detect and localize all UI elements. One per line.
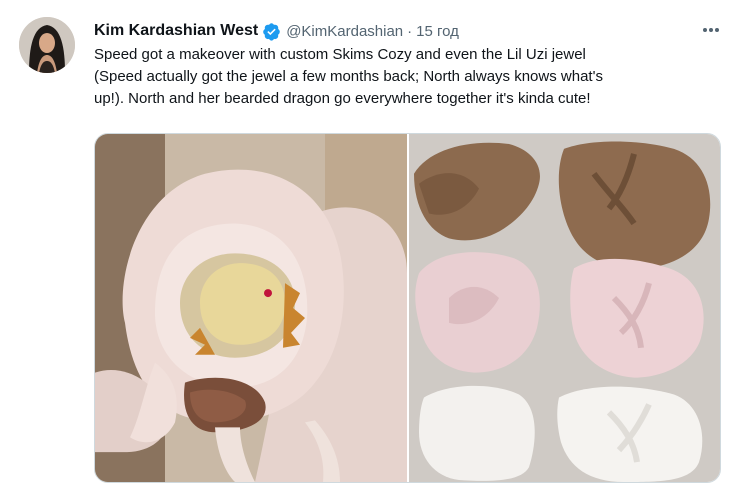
bearded-dragon-image bbox=[95, 134, 407, 482]
photo-bearded-dragon[interactable] bbox=[95, 134, 407, 482]
photo-outfits[interactable] bbox=[409, 134, 720, 482]
author-avatar[interactable] bbox=[19, 17, 75, 73]
tweet-text-line: (Speed actually got the jewel a few mont… bbox=[94, 68, 603, 85]
tweet-header: Kim Kardashian West @KimKardashian · 15 … bbox=[94, 20, 459, 42]
tweet-text: Speed got a makeover with custom Skims C… bbox=[94, 44, 734, 110]
more-dot bbox=[715, 28, 719, 32]
author-name[interactable]: Kim Kardashian West bbox=[94, 22, 258, 40]
avatar-image bbox=[19, 17, 75, 73]
author-handle[interactable]: @KimKardashian bbox=[286, 23, 403, 40]
tweet-text-line: Speed got a makeover with custom Skims C… bbox=[94, 46, 586, 63]
more-options-icon[interactable] bbox=[694, 18, 728, 42]
verified-badge-icon bbox=[263, 22, 281, 41]
tweet-timestamp[interactable]: 15 год bbox=[416, 23, 459, 40]
tweet-media[interactable] bbox=[94, 133, 721, 483]
tweet: Kim Kardashian West @KimKardashian · 15 … bbox=[0, 0, 740, 493]
outfits-image bbox=[409, 134, 720, 482]
more-dot bbox=[709, 28, 713, 32]
tweet-text-line: up!). North and her bearded dragon go ev… bbox=[94, 90, 591, 107]
more-dot bbox=[703, 28, 707, 32]
header-separator: · bbox=[407, 22, 413, 40]
